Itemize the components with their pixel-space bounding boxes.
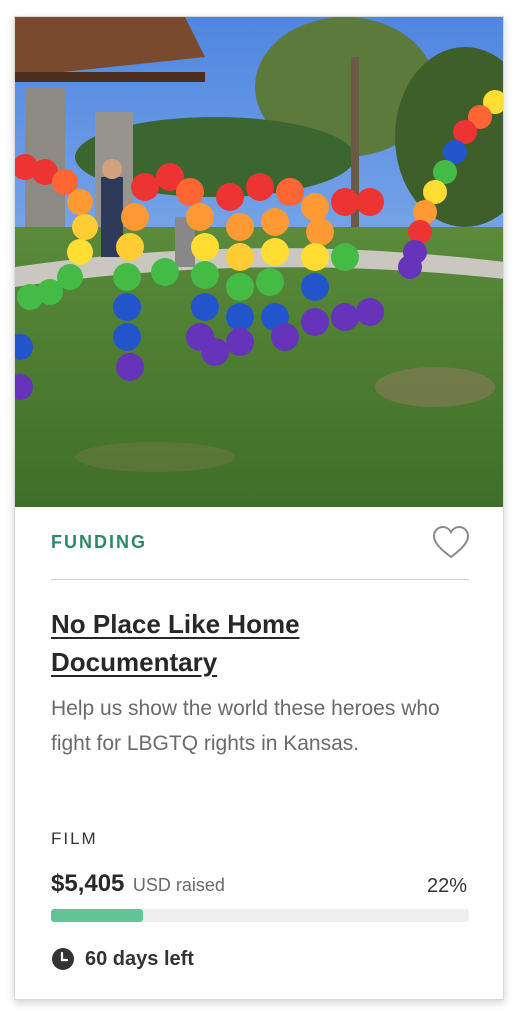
- campaign-card: FUNDING No Place Like Home Documentary H…: [14, 16, 504, 1000]
- clock-icon: [52, 948, 74, 970]
- percent-funded: 22%: [426, 875, 467, 897]
- heart-outline-icon[interactable]: [431, 523, 471, 563]
- days-left: 60 days left: [51, 947, 194, 971]
- amount-raised-unit: USD raised: [132, 875, 225, 895]
- divider: [51, 579, 469, 580]
- campaign-description: Help us show the world these heroes who …: [51, 697, 440, 755]
- amount-raised-value: $5,405: [51, 870, 125, 897]
- funding-progress-bar: [51, 909, 469, 922]
- funding-progress-fill: [51, 909, 143, 922]
- funding-status-label: FUNDING: [51, 532, 147, 552]
- campaign-title-link[interactable]: No Place Like Home Documentary: [51, 605, 471, 681]
- amount-raised: $5,405 USD raised: [51, 870, 225, 898]
- campaign-category: FILM: [51, 829, 98, 848]
- campaign-photo[interactable]: [15, 17, 503, 507]
- rainbow-balloons-image: [15, 17, 503, 507]
- days-left-label: 60 days left: [85, 947, 194, 970]
